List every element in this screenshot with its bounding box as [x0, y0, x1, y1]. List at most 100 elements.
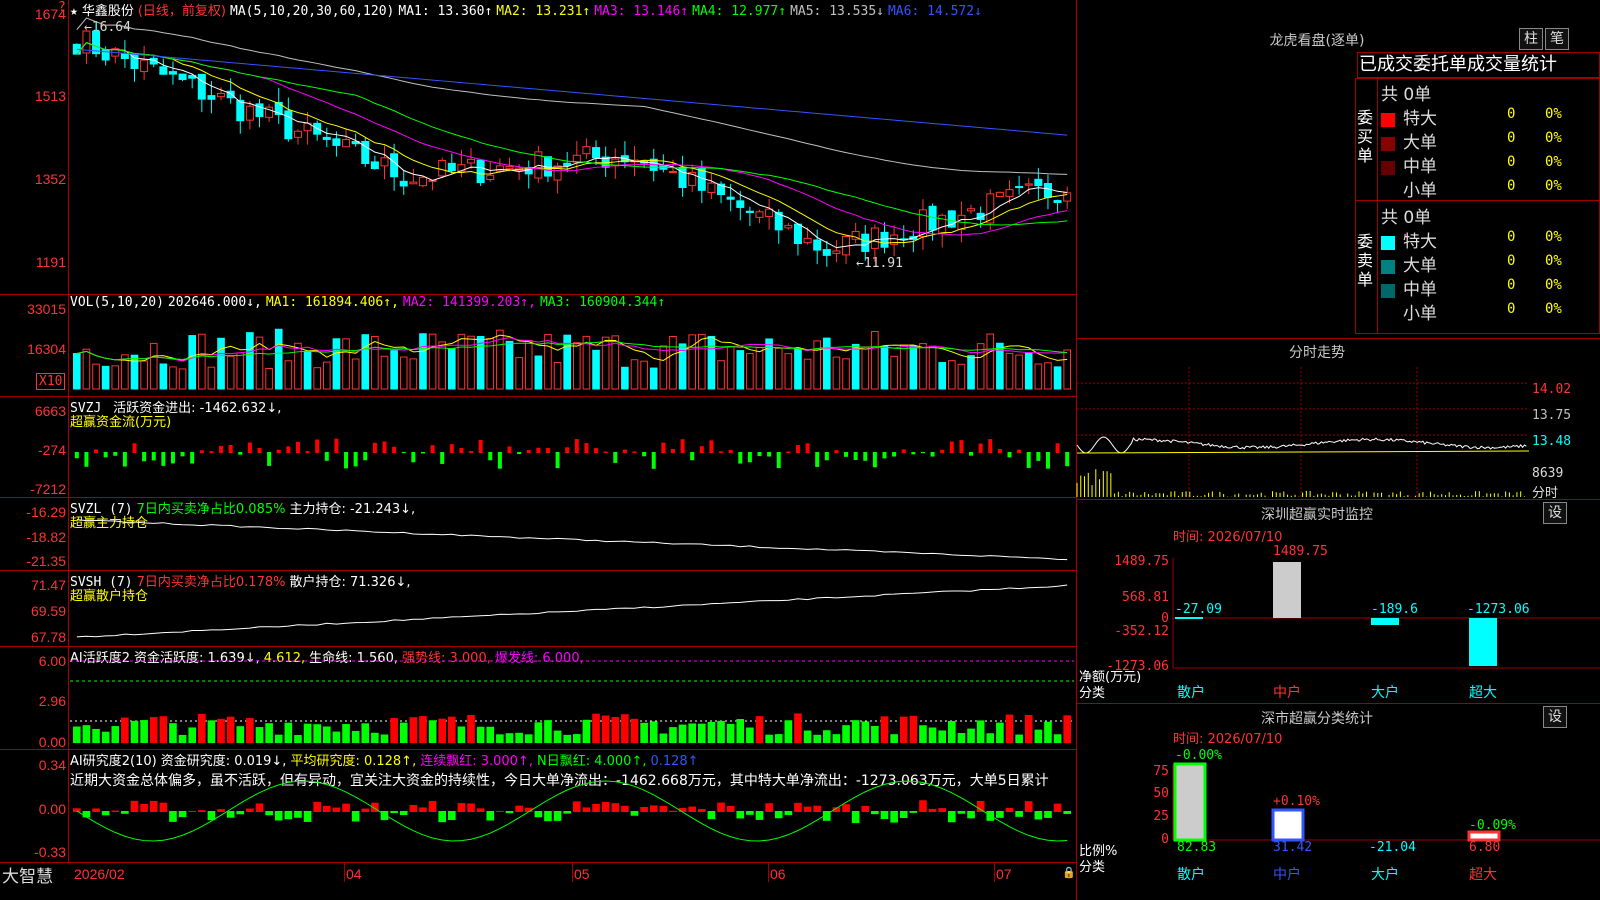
research-bar [236, 811, 245, 815]
flow-bar [747, 452, 752, 463]
volume-bars[interactable] [0, 295, 1076, 396]
candle [197, 73, 206, 100]
volume-bar [842, 358, 850, 390]
sell-count-1: 0 [1507, 253, 1516, 269]
activity-bar [188, 727, 196, 743]
volume-bar [284, 360, 293, 390]
ai-research-panel[interactable]: AI研究度2(10) 资金研究度: 0.019↓, 平均研究度: 0.128↑, 连续… [0, 750, 1076, 862]
activity-bar [573, 734, 581, 743]
activity-bar [996, 722, 1004, 743]
research-bar [861, 805, 870, 812]
research-bar [111, 810, 120, 812]
retail-holding-line[interactable] [0, 571, 1076, 646]
flow-bar [1036, 452, 1041, 461]
intraday-panel[interactable]: 分时走势 14.02 13.75 13.48 8639 分时 [1076, 339, 1600, 501]
activity-bar [678, 724, 687, 743]
main-holding-line[interactable] [0, 498, 1076, 570]
research-bars[interactable] [0, 750, 1076, 862]
research-bar [996, 811, 1004, 818]
activity-bar [871, 725, 879, 743]
ai-active-panel[interactable]: AI活跃度2 资金活跃度: 1.639↓, 4.612, 生命线: 1.560, 强势线… [0, 647, 1076, 750]
flow-bar [661, 442, 666, 453]
candle [332, 138, 341, 146]
volume-bar [688, 334, 697, 390]
buy-count-2: 0 [1507, 154, 1516, 170]
volume-bar [986, 333, 995, 390]
volume-bar [592, 349, 600, 390]
activity-bar [486, 726, 495, 743]
activity-bar [899, 716, 908, 743]
sell-row-3: 小单 0 0% [1381, 299, 1600, 324]
volume-bar [380, 355, 389, 390]
flow-bar [584, 443, 589, 453]
activity-bar [890, 734, 898, 743]
svzl-panel[interactable]: SVZL (7) 7日内买卖净占比0.085% 主力持仓: -21.243↓, 超赢… [0, 498, 1076, 570]
activity-bar [967, 728, 975, 743]
flow-bar [767, 452, 772, 457]
candle [236, 99, 245, 122]
net-amount-chart[interactable] [1077, 500, 1600, 703]
sz-class-panel[interactable]: 深市超赢分类统计 设 时间: 2026/07/10 75 50 25 0 比例%… [1077, 704, 1600, 900]
volume-bar [149, 342, 158, 390]
bar-mode-button[interactable]: 柱 [1519, 28, 1543, 50]
lock-icon[interactable]: 🔒 [1062, 866, 1076, 879]
x-axis-0: 2026/02 [74, 866, 125, 882]
volume-bar [82, 348, 91, 390]
volume-panel[interactable]: VOL(5,10,20) 202646.000↓, MA1: 161894.406↑… [0, 295, 1076, 396]
activity-bar [813, 734, 821, 743]
research-bar [1005, 807, 1014, 812]
research-bar [957, 811, 966, 814]
flow-bar [959, 440, 964, 453]
activity-bar [524, 734, 533, 743]
buy-pct-0: 0% [1545, 106, 1562, 122]
flow-bar [632, 451, 637, 453]
buy-row-1: 大单 0 0% [1381, 128, 1600, 153]
price-panel[interactable]: ? ★ 华鑫股份 (日线，前复权) MA(5,10,20,30,60,120) MA1:… [0, 0, 1076, 294]
sz-monitor-panel[interactable]: 深圳超赢实时监控 设 时间: 2026/07/10 1489.75 568.81… [1077, 500, 1600, 703]
dragon-tabs[interactable]: 已成交委托单成交量统计 [1357, 52, 1600, 78]
volume-bar [313, 367, 321, 390]
sell-swatch-0 [1381, 235, 1395, 250]
fund-flow-bars[interactable] [0, 397, 1076, 497]
flow-bar [440, 452, 445, 464]
research-bar [755, 811, 764, 820]
sell-label-1: 大单 [1403, 256, 1437, 276]
x-axis-2: 05 [574, 866, 590, 882]
flow-bar [882, 452, 887, 459]
research-bar [928, 808, 937, 812]
class-ratio-chart[interactable] [1077, 704, 1600, 900]
activity-bars[interactable] [0, 647, 1076, 749]
flow-bar [901, 449, 906, 453]
volume-bar [505, 340, 514, 390]
research-bar [1024, 801, 1033, 812]
research-bar [630, 811, 639, 816]
buy-count-3: 0 [1507, 178, 1516, 194]
volume-bar [294, 342, 302, 390]
tick-mode-button[interactable]: 笔 [1545, 28, 1569, 50]
research-bar [351, 811, 360, 822]
volume-bar [649, 367, 658, 390]
buy-rows: 特大 0 0% 大单 0 0% 中单 0 0% 小单 0 0% [1381, 104, 1600, 201]
research-bar [1044, 811, 1052, 818]
volume-bar [198, 333, 206, 390]
volume-bar [948, 360, 956, 390]
candle [1034, 178, 1043, 187]
activity-bar [149, 717, 158, 743]
intraday-chart[interactable] [1076, 339, 1600, 499]
candle [390, 153, 399, 178]
svsh-panel[interactable]: SVSH (7) 7日内买卖净占比0.178% 散户持仓: 71.326↓, 超赢散… [0, 571, 1076, 646]
volume-bar [524, 340, 533, 390]
volume-bar [265, 368, 273, 390]
activity-bar [909, 715, 918, 743]
flow-bar [209, 451, 214, 453]
svzj-panel[interactable]: SVZJ 活跃资金进出: -1462.632↓, 超赢资金流(万元) 6663 … [0, 397, 1076, 497]
ma2-line [76, 42, 1068, 244]
candle [293, 130, 302, 138]
candlestick-chart[interactable] [0, 0, 1076, 294]
volume-bar [92, 363, 100, 390]
volume-bar [938, 362, 947, 390]
research-bar [669, 810, 677, 812]
candle [1043, 183, 1052, 198]
net-bar-2 [1371, 618, 1399, 625]
research-bar [284, 811, 293, 820]
